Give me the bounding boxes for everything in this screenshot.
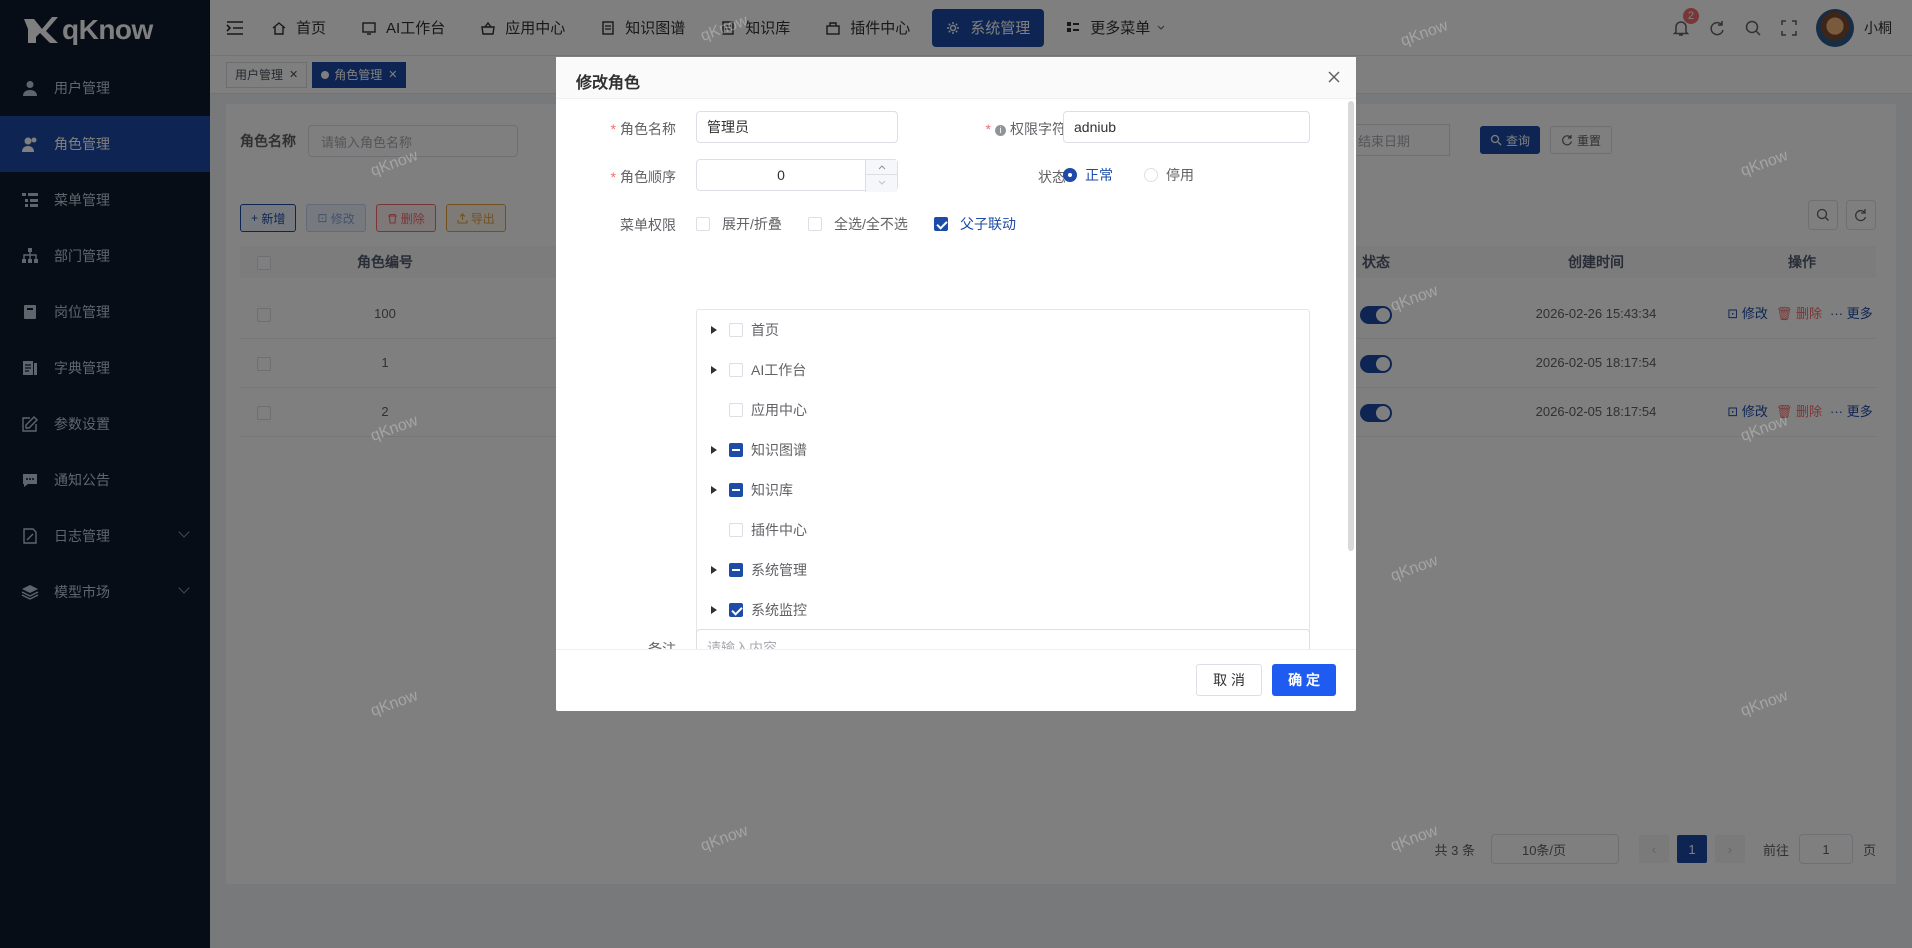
tree-node[interactable]: 知识库 — [697, 470, 1309, 510]
tree-node-label: 应用中心 — [751, 402, 807, 418]
chevron-up-icon — [878, 165, 885, 170]
tree-node-checkbox[interactable] — [729, 483, 743, 497]
tree-node-label: 知识库 — [751, 482, 793, 498]
tree-node[interactable]: 首页 — [697, 310, 1309, 350]
tree-node[interactable]: 应用中心 — [697, 390, 1309, 430]
role-order-stepper[interactable]: 0 — [696, 159, 898, 192]
dialog-scrollbar[interactable] — [1348, 101, 1354, 551]
tree-node-checkbox[interactable] — [729, 563, 743, 577]
decrement-button[interactable] — [866, 175, 897, 190]
tree-node-checkbox[interactable] — [729, 603, 743, 617]
caret-right-icon[interactable] — [705, 605, 723, 615]
status-radio-normal[interactable]: 正常 — [1063, 165, 1113, 185]
status-label: 状态 — [1038, 169, 1066, 185]
tree-node-checkbox[interactable] — [729, 323, 743, 337]
caret-right-icon[interactable] — [705, 325, 723, 335]
tree-node-label: 插件中心 — [751, 522, 807, 538]
tree-node-label: 知识图谱 — [751, 442, 807, 458]
tree-node[interactable]: 系统监控 — [697, 590, 1309, 630]
expand-collapse-checkbox[interactable]: 展开/折叠 — [696, 214, 782, 234]
dialog-body: * 角色名称 管理员 * i 权限字符 adniub * 角色顺序 0 状态 正常 停用… — [556, 99, 1356, 649]
role-name-label: * 角色名称 — [610, 121, 676, 137]
caret-right-icon[interactable] — [705, 365, 723, 375]
caret-right-icon[interactable] — [705, 565, 723, 575]
tree-node-checkbox[interactable] — [729, 443, 743, 457]
caret-right-icon[interactable] — [705, 485, 723, 495]
tree-node-checkbox[interactable] — [729, 403, 743, 417]
tree-node-label: AI工作台 — [751, 362, 807, 378]
dialog-title: 修改角色 — [576, 75, 641, 92]
info-icon[interactable]: i — [995, 125, 1006, 136]
remark-textarea[interactable]: 请输入内容 — [696, 629, 1310, 649]
select-all-checkbox[interactable]: 全选/全不选 — [808, 214, 908, 234]
stepper-controls — [865, 160, 897, 192]
increment-button[interactable] — [866, 160, 897, 175]
tree-node-label: 系统监控 — [751, 602, 807, 618]
dialog-header: 修改角色 — [556, 57, 1356, 99]
permission-key-input[interactable]: adniub — [1063, 111, 1310, 143]
cancel-button[interactable]: 取 消 — [1196, 664, 1262, 696]
parent-child-link-checkbox[interactable]: 父子联动 — [934, 214, 1016, 234]
status-radio-disabled[interactable]: 停用 — [1144, 165, 1194, 185]
close-icon[interactable] — [1326, 69, 1342, 85]
menu-permission-label: 菜单权限 — [620, 217, 676, 233]
dialog-footer: 取 消 确 定 — [556, 649, 1356, 711]
edit-role-dialog: 修改角色 * 角色名称 管理员 * i 权限字符 adniub * 角色顺序 0 状态 … — [556, 57, 1356, 711]
tree-node[interactable]: 插件中心 — [697, 510, 1309, 550]
confirm-button[interactable]: 确 定 — [1272, 664, 1336, 696]
caret-right-icon[interactable] — [705, 445, 723, 455]
role-name-input[interactable]: 管理员 — [696, 111, 898, 143]
tree-node-checkbox[interactable] — [729, 363, 743, 377]
menu-permission-tree: 首页AI工作台应用中心知识图谱知识库插件中心系统管理系统监控系统工具 — [696, 309, 1310, 649]
tree-node-checkbox[interactable] — [729, 523, 743, 537]
role-order-value: 0 — [777, 167, 785, 183]
remark-label: 备注 — [648, 641, 676, 649]
tree-node[interactable]: AI工作台 — [697, 350, 1309, 390]
permission-key-label: * i 权限字符 — [985, 121, 1066, 137]
chevron-down-icon — [878, 180, 885, 185]
role-order-label: * 角色顺序 — [610, 169, 676, 185]
tree-node[interactable]: 知识图谱 — [697, 430, 1309, 470]
tree-node-label: 系统管理 — [751, 562, 807, 578]
tree-node[interactable]: 系统管理 — [697, 550, 1309, 590]
tree-node-label: 首页 — [751, 322, 779, 338]
